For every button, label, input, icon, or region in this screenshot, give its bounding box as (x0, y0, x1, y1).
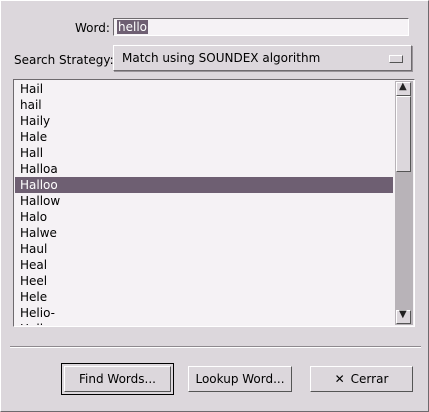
arrow-up-icon: ▲ (399, 81, 407, 92)
list-item[interactable]: Heel (15, 273, 393, 289)
list-item[interactable]: Helio- (15, 305, 393, 321)
arrow-down-icon: ▼ (399, 309, 407, 320)
option-menu-indicator-icon (389, 55, 403, 63)
results-list-frame: Hail hail Haily Hale Hall Halloa Halloo Hallow H… (13, 79, 415, 327)
list-item[interactable]: Heal (15, 257, 393, 273)
word-label: Word: (75, 21, 110, 35)
strategy-row: Search Strategy: Match using SOUNDEX alg… (1, 45, 429, 73)
find-words-button[interactable]: Find Words... (61, 363, 174, 395)
list-item[interactable]: Hallow (15, 193, 393, 209)
list-item[interactable]: Halo (15, 209, 393, 225)
list-item[interactable]: Halwe (15, 225, 393, 241)
list-item[interactable]: Haul (15, 241, 393, 257)
scroll-thumb[interactable] (396, 96, 411, 172)
close-button-label: Cerrar (350, 372, 389, 386)
separator (10, 346, 421, 348)
list-item[interactable]: Hell (15, 321, 393, 325)
list-item[interactable]: Hele (15, 289, 393, 305)
list-item[interactable]: Halloo (15, 177, 393, 193)
strategy-label: Search Strategy: (14, 53, 114, 67)
word-row: Word: hello (1, 18, 429, 40)
word-input[interactable]: hello (113, 18, 409, 36)
list-item[interactable]: Haily (15, 113, 393, 129)
scroll-up-button[interactable]: ▲ (396, 81, 411, 96)
close-button[interactable]: ✕ Cerrar (310, 366, 413, 392)
dictionary-dialog: Word: hello Search Strategy: Match using… (0, 0, 429, 412)
results-scrollbar[interactable]: ▲ ▼ (395, 81, 413, 325)
lookup-word-button[interactable]: Lookup Word... (188, 366, 292, 392)
strategy-value: Match using SOUNDEX algorithm (122, 51, 321, 65)
list-item[interactable]: Hale (15, 129, 393, 145)
list-item[interactable]: Hall (15, 145, 393, 161)
word-input-value: hello (117, 20, 148, 34)
strategy-select[interactable]: Match using SOUNDEX algorithm (113, 45, 412, 71)
list-item[interactable]: Halloa (15, 161, 393, 177)
list-item[interactable]: Hail (15, 81, 393, 97)
close-icon: ✕ (334, 372, 345, 386)
results-list[interactable]: Hail hail Haily Hale Hall Halloa Halloo Hallow H… (15, 81, 393, 325)
list-item[interactable]: hail (15, 97, 393, 113)
scroll-down-button[interactable]: ▼ (396, 309, 411, 324)
